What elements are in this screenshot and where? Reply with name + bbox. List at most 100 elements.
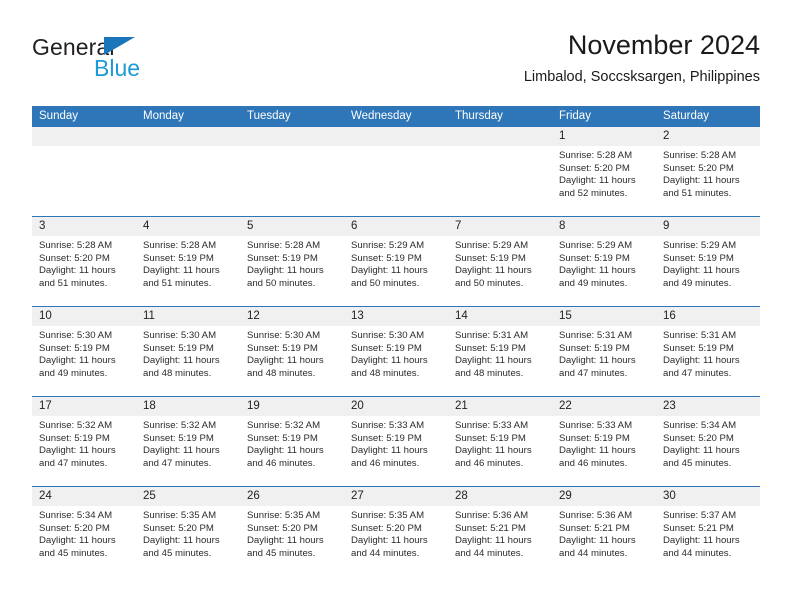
day-details: Sunrise: 5:29 AM Sunset: 5:19 PM Daylight:… [344, 236, 448, 290]
calendar-day-cell[interactable]: 8 Sunrise: 5:29 AM Sunset: 5:19 PM Daylight… [552, 217, 656, 306]
calendar-day-cell[interactable]: 5 Sunrise: 5:28 AM Sunset: 5:19 PM Daylight… [240, 217, 344, 306]
daylight-text: Daylight: 11 hours and 51 minutes. [663, 175, 740, 199]
day-number: 10 [32, 307, 136, 326]
calendar-day-cell[interactable]: 20 Sunrise: 5:33 AM Sunset: 5:19 PM Dayligh… [344, 397, 448, 486]
sunrise-text: Sunrise: 5:37 AM [663, 510, 737, 521]
sunrise-text: Sunrise: 5:28 AM [559, 150, 633, 161]
calendar-day-cell[interactable]: 16 Sunrise: 5:31 AM Sunset: 5:19 PM Dayligh… [656, 307, 760, 396]
calendar-day-cell[interactable]: 13 Sunrise: 5:30 AM Sunset: 5:19 PM Dayligh… [344, 307, 448, 396]
calendar-day-cell[interactable]: 7 Sunrise: 5:29 AM Sunset: 5:19 PM Daylight… [448, 217, 552, 306]
weekday-header-friday: Friday [559, 110, 591, 122]
calendar-day-cell[interactable]: 15 Sunrise: 5:31 AM Sunset: 5:19 PM Dayligh… [552, 307, 656, 396]
calendar-day-cell[interactable]: 14 Sunrise: 5:31 AM Sunset: 5:19 PM Dayligh… [448, 307, 552, 396]
daylight-text: Daylight: 11 hours and 46 minutes. [455, 445, 532, 469]
sunrise-text: Sunrise: 5:31 AM [455, 330, 529, 341]
calendar-day-cell[interactable]: 23 Sunrise: 5:34 AM Sunset: 5:20 PM Dayligh… [656, 397, 760, 486]
blue-triangle-icon [104, 37, 135, 55]
sunrise-text: Sunrise: 5:34 AM [663, 420, 737, 431]
sunrise-text: Sunrise: 5:32 AM [143, 420, 217, 431]
calendar-day-cell[interactable]: 24 Sunrise: 5:34 AM Sunset: 5:20 PM Dayligh… [32, 487, 136, 576]
daylight-text: Daylight: 11 hours and 44 minutes. [351, 535, 428, 559]
calendar-day-cell[interactable]: 2 Sunrise: 5:28 AM Sunset: 5:20 PM Daylight… [656, 127, 760, 216]
calendar-day-cell[interactable]: 6 Sunrise: 5:29 AM Sunset: 5:19 PM Daylight… [344, 217, 448, 306]
calendar-week-row: 24 Sunrise: 5:34 AM Sunset: 5:20 PM Dayligh… [32, 486, 760, 576]
calendar-day-cell[interactable]: 17 Sunrise: 5:32 AM Sunset: 5:19 PM Dayligh… [32, 397, 136, 486]
calendar-day-cell[interactable]: 22 Sunrise: 5:33 AM Sunset: 5:19 PM Dayligh… [552, 397, 656, 486]
calendar-day-cell[interactable]: 28 Sunrise: 5:36 AM Sunset: 5:21 PM Dayligh… [448, 487, 552, 576]
calendar-day-cell[interactable]: 21 Sunrise: 5:33 AM Sunset: 5:19 PM Dayligh… [448, 397, 552, 486]
sunrise-text: Sunrise: 5:29 AM [351, 240, 425, 251]
daylight-text: Daylight: 11 hours and 47 minutes. [39, 445, 116, 469]
calendar-page: General Blue November 2024 Limbalod, Soc… [0, 0, 792, 612]
calendar-week-row: 1 Sunrise: 5:28 AM Sunset: 5:20 PM Daylight… [32, 127, 760, 216]
sunset-text: Sunset: 5:19 PM [351, 432, 422, 444]
day-number [136, 127, 240, 146]
day-number: 22 [552, 397, 656, 416]
calendar-week-row: 10 Sunrise: 5:30 AM Sunset: 5:19 PM Dayligh… [32, 306, 760, 396]
logo-text-blue: Blue [94, 55, 141, 81]
calendar-day-cell[interactable]: 11 Sunrise: 5:30 AM Sunset: 5:19 PM Dayligh… [136, 307, 240, 396]
daylight-text: Daylight: 11 hours and 48 minutes. [143, 355, 220, 379]
day-details: Sunrise: 5:29 AM Sunset: 5:19 PM Daylight:… [656, 236, 760, 290]
weekday-header-wednesday: Wednesday [351, 110, 412, 122]
calendar-day-cell[interactable]: 26 Sunrise: 5:35 AM Sunset: 5:20 PM Dayligh… [240, 487, 344, 576]
sunrise-text: Sunrise: 5:36 AM [559, 510, 633, 521]
sunrise-text: Sunrise: 5:31 AM [663, 330, 737, 341]
calendar-day-cell-empty [32, 127, 136, 216]
sunset-text: Sunset: 5:19 PM [559, 252, 630, 264]
day-number: 23 [656, 397, 760, 416]
daylight-text: Daylight: 11 hours and 47 minutes. [559, 355, 636, 379]
day-number: 30 [656, 487, 760, 506]
weekday-header-tuesday: Tuesday [247, 110, 291, 122]
daylight-text: Daylight: 11 hours and 45 minutes. [39, 535, 116, 559]
sunset-text: Sunset: 5:20 PM [143, 522, 214, 534]
day-number: 2 [656, 127, 760, 146]
sunrise-text: Sunrise: 5:30 AM [143, 330, 217, 341]
calendar-weeks: 1 Sunrise: 5:28 AM Sunset: 5:20 PM Daylight… [32, 127, 760, 576]
calendar-day-cell[interactable]: 18 Sunrise: 5:32 AM Sunset: 5:19 PM Dayligh… [136, 397, 240, 486]
day-details: Sunrise: 5:32 AM Sunset: 5:19 PM Daylight:… [32, 416, 136, 470]
weekday-header-thursday: Thursday [455, 110, 503, 122]
day-details: Sunrise: 5:28 AM Sunset: 5:19 PM Daylight:… [240, 236, 344, 290]
day-details: Sunrise: 5:30 AM Sunset: 5:19 PM Daylight:… [136, 326, 240, 380]
daylight-text: Daylight: 11 hours and 46 minutes. [559, 445, 636, 469]
calendar-day-cell[interactable]: 10 Sunrise: 5:30 AM Sunset: 5:19 PM Dayligh… [32, 307, 136, 396]
day-details: Sunrise: 5:33 AM Sunset: 5:19 PM Daylight:… [344, 416, 448, 470]
daylight-text: Daylight: 11 hours and 52 minutes. [559, 175, 636, 199]
sunset-text: Sunset: 5:20 PM [663, 432, 734, 444]
day-details: Sunrise: 5:28 AM Sunset: 5:19 PM Daylight:… [136, 236, 240, 290]
day-number: 12 [240, 307, 344, 326]
sunset-text: Sunset: 5:19 PM [455, 252, 526, 264]
daylight-text: Daylight: 11 hours and 51 minutes. [39, 265, 116, 289]
day-number: 5 [240, 217, 344, 236]
calendar-day-cell[interactable]: 9 Sunrise: 5:29 AM Sunset: 5:19 PM Daylight… [656, 217, 760, 306]
general-blue-logo[interactable]: General Blue [32, 34, 232, 90]
daylight-text: Daylight: 11 hours and 49 minutes. [663, 265, 740, 289]
sunrise-text: Sunrise: 5:35 AM [143, 510, 217, 521]
calendar-day-cell[interactable]: 4 Sunrise: 5:28 AM Sunset: 5:19 PM Daylight… [136, 217, 240, 306]
sunrise-text: Sunrise: 5:33 AM [351, 420, 425, 431]
calendar-day-cell[interactable]: 1 Sunrise: 5:28 AM Sunset: 5:20 PM Daylight… [552, 127, 656, 216]
sunset-text: Sunset: 5:19 PM [143, 342, 214, 354]
calendar-week-row: 17 Sunrise: 5:32 AM Sunset: 5:19 PM Dayligh… [32, 396, 760, 486]
calendar-day-cell[interactable]: 30 Sunrise: 5:37 AM Sunset: 5:21 PM Dayligh… [656, 487, 760, 576]
sunrise-text: Sunrise: 5:36 AM [455, 510, 529, 521]
day-details: Sunrise: 5:33 AM Sunset: 5:19 PM Daylight:… [448, 416, 552, 470]
calendar-day-cell[interactable]: 19 Sunrise: 5:32 AM Sunset: 5:19 PM Dayligh… [240, 397, 344, 486]
day-number: 1 [552, 127, 656, 146]
calendar-day-cell[interactable]: 3 Sunrise: 5:28 AM Sunset: 5:20 PM Daylight… [32, 217, 136, 306]
day-details: Sunrise: 5:28 AM Sunset: 5:20 PM Daylight:… [656, 146, 760, 200]
sunrise-text: Sunrise: 5:32 AM [39, 420, 113, 431]
sunset-text: Sunset: 5:19 PM [143, 252, 214, 264]
calendar-day-cell[interactable]: 25 Sunrise: 5:35 AM Sunset: 5:20 PM Dayligh… [136, 487, 240, 576]
calendar-day-cell[interactable]: 29 Sunrise: 5:36 AM Sunset: 5:21 PM Dayligh… [552, 487, 656, 576]
calendar-day-cell-empty [240, 127, 344, 216]
day-number: 26 [240, 487, 344, 506]
sunset-text: Sunset: 5:19 PM [351, 342, 422, 354]
daylight-text: Daylight: 11 hours and 50 minutes. [351, 265, 428, 289]
calendar-day-cell[interactable]: 27 Sunrise: 5:35 AM Sunset: 5:20 PM Dayligh… [344, 487, 448, 576]
sunset-text: Sunset: 5:19 PM [455, 342, 526, 354]
calendar-day-cell[interactable]: 12 Sunrise: 5:30 AM Sunset: 5:19 PM Dayligh… [240, 307, 344, 396]
day-details: Sunrise: 5:29 AM Sunset: 5:19 PM Daylight:… [552, 236, 656, 290]
daylight-text: Daylight: 11 hours and 51 minutes. [143, 265, 220, 289]
